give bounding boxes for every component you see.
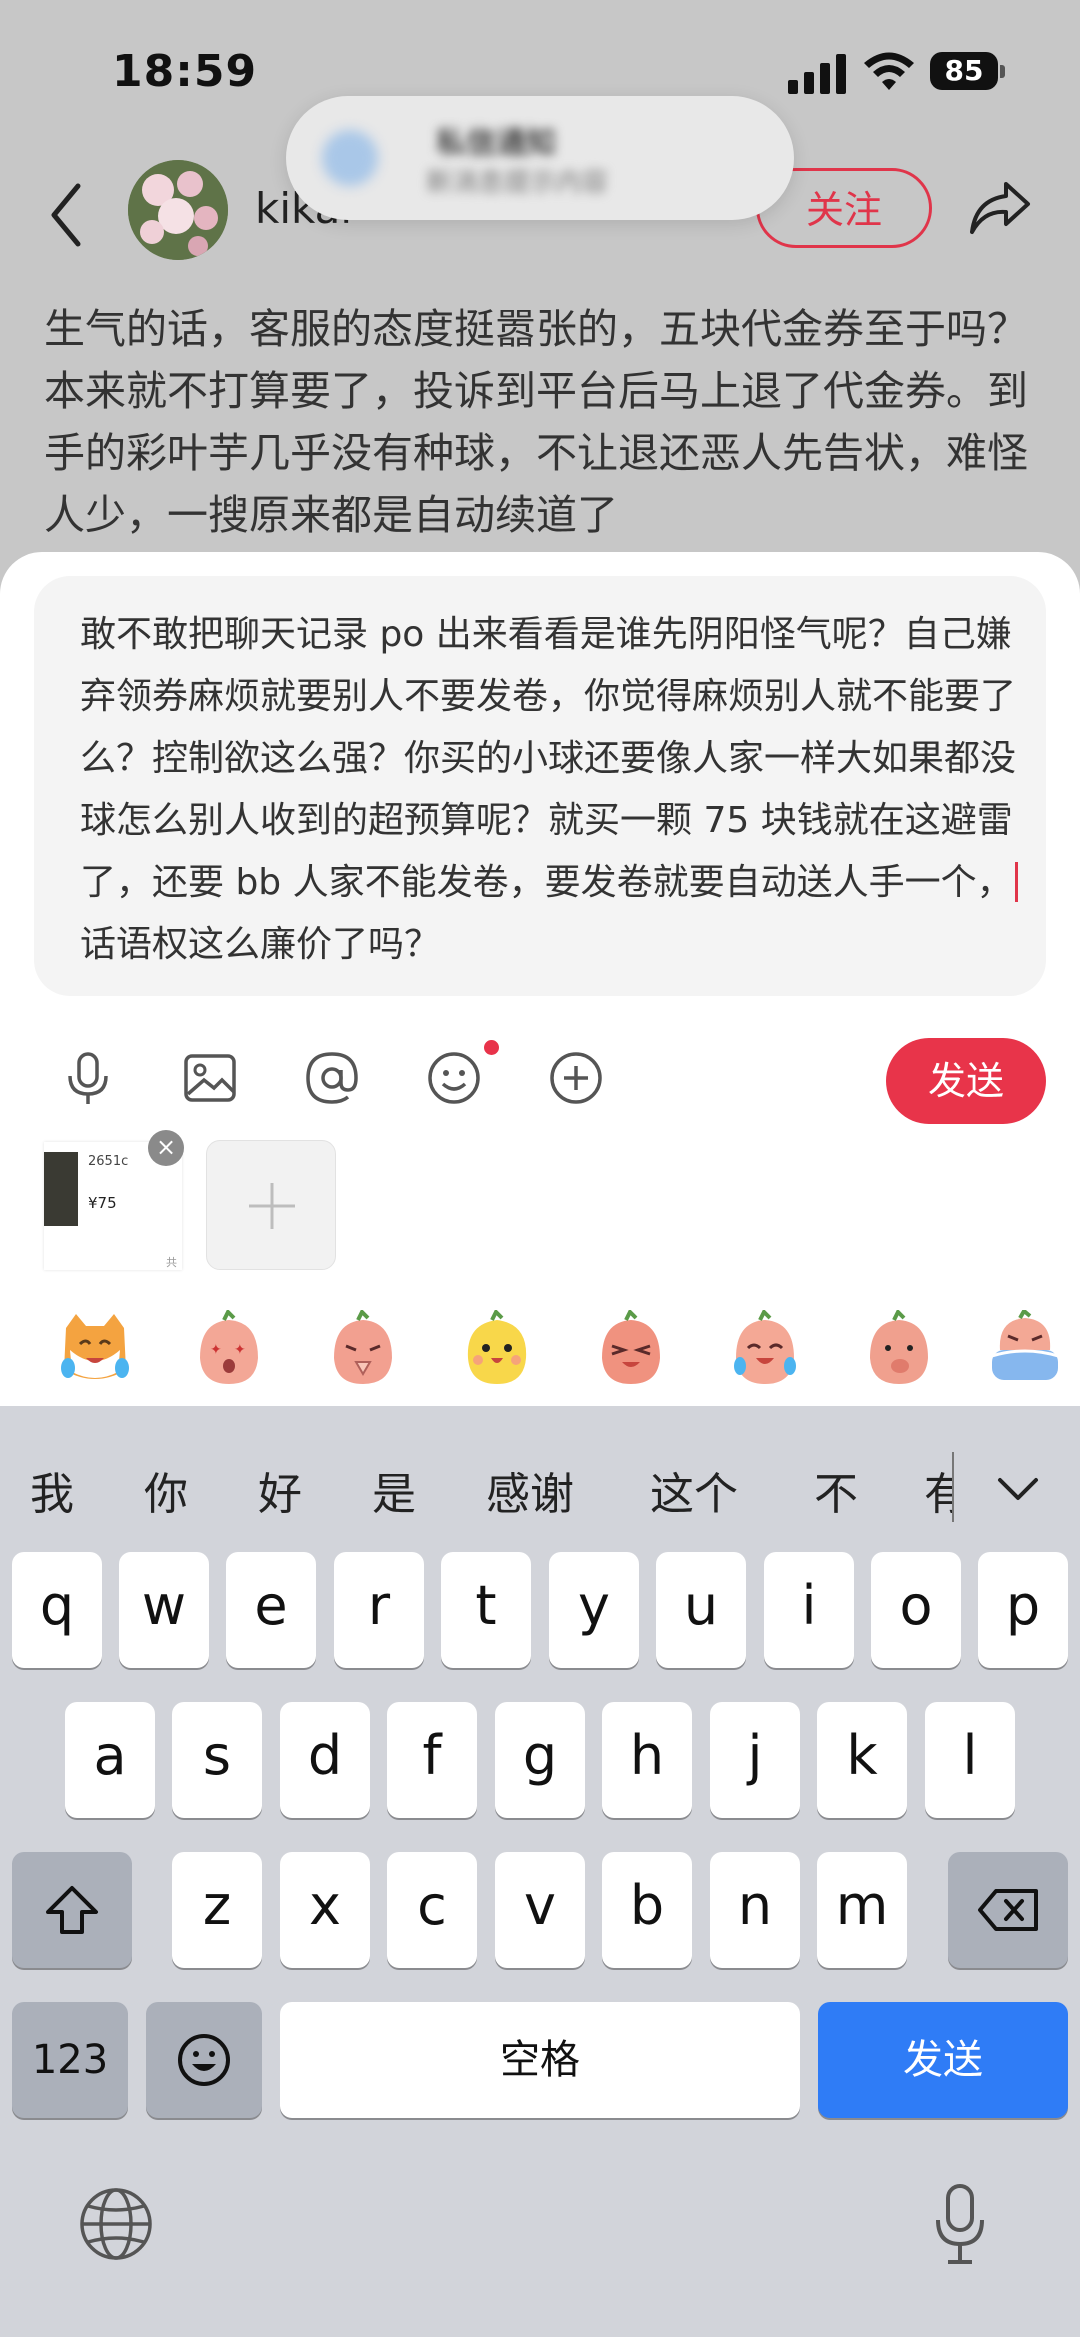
key-z[interactable]: z [172,1852,262,1968]
key-p[interactable]: p [978,1552,1068,1668]
notification-body: 新消息提示内容 [426,168,609,198]
emoji-smiley-icon [178,2034,230,2086]
sticker-cat-cry-laugh[interactable] [56,1310,134,1388]
key-y[interactable]: y [549,1552,639,1668]
sticker-chick-happy[interactable] [458,1310,536,1388]
status-time: 18:59 [112,46,258,97]
key-s[interactable]: s [172,1702,262,1818]
key-d[interactable]: d [280,1702,370,1818]
sticker-peach-cry-laugh[interactable] [726,1310,804,1388]
sticker-peach-wink[interactable] [592,1310,670,1388]
dictation-microphone-icon[interactable] [932,2182,988,2266]
microphone-icon[interactable] [58,1048,118,1108]
reply-text-before-caret: 敢不敢把聊天记录 po 出来看看是谁先阴阳怪气呢？自己嫌弃领券麻烦就要别人不要发… [80,614,1017,903]
key-v[interactable]: v [495,1852,585,1968]
candidate-word[interactable]: 有 [924,1458,952,1522]
system-keyboard: 我 你 好 是 感谢 这个 不 有 q w e r t y u i o p a … [0,1406,1080,2337]
sticker-peach-cry-bath[interactable] [986,1310,1064,1388]
shift-arrow-icon [46,1886,98,1934]
candidate-word[interactable]: 不 [814,1458,858,1522]
sticker-peach-pray[interactable] [324,1310,402,1388]
avatar-roses-image [128,160,228,260]
key-u[interactable]: u [656,1552,746,1668]
reply-send-button[interactable]: 发送 [886,1038,1046,1124]
share-icon[interactable] [968,178,1032,238]
candidate-word[interactable]: 感谢 [486,1458,574,1522]
add-image-button[interactable] [206,1140,336,1270]
key-t[interactable]: t [441,1552,531,1668]
emoji-notification-dot [484,1040,499,1055]
emoji-key[interactable] [146,2002,262,2118]
candidate-word[interactable]: 是 [372,1458,416,1522]
battery-level: 85 [930,52,998,90]
author-avatar[interactable] [128,160,228,260]
sticker-peach-shy[interactable] [860,1310,938,1388]
svg-text:✦: ✦ [234,1342,246,1358]
reply-input-box[interactable]: 敢不敢把聊天记录 po 出来看看是谁先阴阳怪气呢？自己嫌弃领券麻烦就要别人不要发… [34,576,1046,996]
remove-attachment-close-icon[interactable]: × [148,1130,184,1166]
candidate-word[interactable]: 我 [30,1458,74,1522]
svg-text:✦: ✦ [210,1342,222,1358]
backspace-key[interactable] [948,1852,1068,1968]
key-n[interactable]: n [710,1852,800,1968]
shift-key[interactable] [12,1852,132,1968]
plus-icon [249,1183,295,1229]
back-arrow-icon[interactable] [46,180,86,250]
key-q[interactable]: q [12,1552,102,1668]
post-body-text: 生气的话，客服的态度挺嚣张的，五块代金券至于吗？本来就不打算要了，投诉到平台后马… [44,305,1028,539]
notification-banner[interactable]: 私信通知 新消息提示内容 [286,96,794,220]
cellular-signal-icon [788,54,846,94]
key-g[interactable]: g [495,1702,585,1818]
attachment-sku: 2651c [88,1154,129,1169]
key-r[interactable]: r [334,1552,424,1668]
attachment-extra: 共 [166,1256,177,1269]
notification-app-icon [322,130,378,186]
candidate-word[interactable]: 这个 [650,1458,738,1522]
globe-icon[interactable] [78,2186,154,2262]
notification-title: 私信通知 [436,126,556,161]
key-f[interactable]: f [387,1702,477,1818]
key-x[interactable]: x [280,1852,370,1968]
wifi-icon [864,52,914,90]
post-page-background: 18:59 85 kikal 关注 私信通知 新消息提示内容 生气的话，客服的态… [0,0,1080,620]
reply-toolbar: 发送 [0,1038,1080,1128]
attachment-product-image [44,1152,78,1226]
attachments-row: 2651c ¥75 共 × [0,1130,1080,1280]
text-caret [1014,862,1018,902]
plus-circle-icon[interactable] [546,1048,606,1108]
key-l[interactable]: l [925,1702,1015,1818]
candidate-separator [952,1452,954,1522]
candidate-word[interactable]: 你 [144,1458,188,1522]
reply-sheet: 敢不敢把聊天记录 po 出来看看是谁先阴阳怪气呢？自己嫌弃领券麻烦就要别人不要发… [0,552,1080,1412]
key-i[interactable]: i [764,1552,854,1668]
battery-indicator: 85 [930,52,1006,92]
candidate-bar: 我 你 好 是 感谢 这个 不 有 [0,1434,1080,1534]
key-w[interactable]: w [119,1552,209,1668]
key-j[interactable]: j [710,1702,800,1818]
key-b[interactable]: b [602,1852,692,1968]
at-mention-icon[interactable] [302,1048,362,1108]
sticker-bar: ✦ ✦ [0,1292,1080,1402]
key-o[interactable]: o [871,1552,961,1668]
attachment-price: ¥75 [88,1194,117,1212]
emoji-icon[interactable] [424,1048,484,1108]
key-a[interactable]: a [65,1702,155,1818]
sticker-peach-starry-eyes[interactable]: ✦ ✦ [190,1310,268,1388]
reply-text-after-caret: 话语权这么廉价了吗？ [80,924,441,965]
key-h[interactable]: h [602,1702,692,1818]
key-c[interactable]: c [387,1852,477,1968]
battery-tip [1000,65,1005,78]
keyboard-send-key[interactable]: 发送 [818,2002,1068,2118]
space-key[interactable]: 空格 [280,2002,800,2118]
backspace-icon [978,1889,1038,1931]
key-m[interactable]: m [817,1852,907,1968]
key-e[interactable]: e [226,1552,316,1668]
reply-text[interactable]: 敢不敢把聊天记录 po 出来看看是谁先阴阳怪气呢？自己嫌弃领券麻烦就要别人不要发… [80,604,1020,976]
chevron-down-icon[interactable] [994,1474,1042,1504]
key-k[interactable]: k [817,1702,907,1818]
numbers-key[interactable]: 123 [12,2002,128,2118]
image-icon[interactable] [180,1048,240,1108]
candidate-word[interactable]: 好 [258,1458,302,1522]
